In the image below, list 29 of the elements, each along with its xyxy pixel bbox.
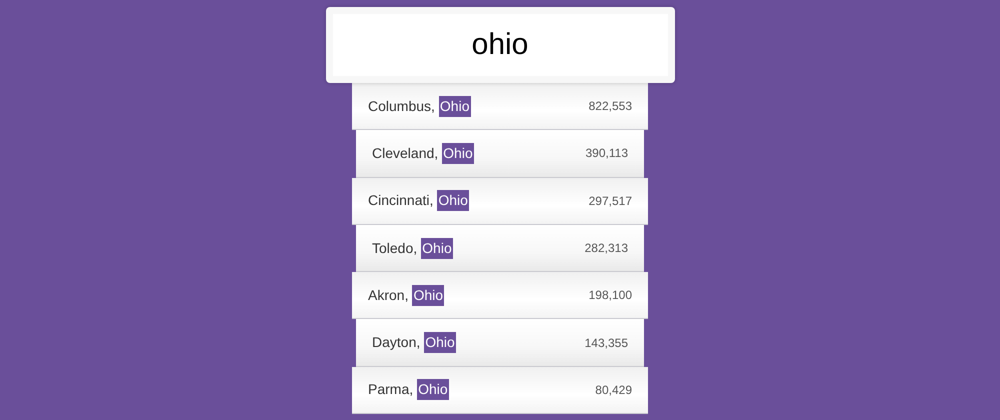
highlighted-match: Ohio — [417, 379, 449, 400]
population-count: 297,517 — [588, 192, 632, 210]
population-count: 198,100 — [588, 287, 632, 304]
city-name: Toledo, — [372, 238, 418, 258]
suggestion-row[interactable]: Toledo, Ohio 282,313 — [356, 224, 644, 272]
highlighted-match: Ohio — [424, 332, 456, 354]
suggestion-row[interactable]: Columbus, Ohio 822,553 — [352, 83, 648, 130]
population-count: 390,113 — [586, 145, 628, 162]
population-count: 822,553 — [588, 98, 632, 116]
city-name: Parma, — [368, 380, 414, 400]
population-count: 143,355 — [584, 334, 628, 352]
city-name: Akron, — [368, 286, 408, 305]
highlighted-match: Ohio — [421, 238, 453, 259]
population-count: 80,429 — [595, 382, 632, 399]
search-field[interactable]: ohio — [332, 14, 668, 76]
suggestion-row[interactable]: Parma, Ohio 80,429 — [352, 366, 648, 414]
highlighted-match: Ohio — [438, 96, 470, 117]
suggestion-row[interactable]: Akron, Ohio 198,100 — [352, 272, 648, 320]
highlighted-match: Ohio — [412, 284, 444, 306]
city-name: Columbus, — [368, 96, 435, 116]
city-name: Dayton, — [372, 333, 420, 352]
city-name: Cleveland, — [372, 144, 438, 163]
highlighted-match: Ohio — [437, 190, 469, 212]
population-count: 282,313 — [584, 240, 628, 258]
suggestion-row[interactable]: Cleveland, Ohio 390,113 — [356, 130, 644, 178]
suggestion-row[interactable]: Cincinnati, Ohio 297,517 — [352, 178, 648, 225]
city-name: Cincinnati, — [368, 191, 434, 210]
suggestion-row[interactable]: Dayton, Ohio 143,355 — [356, 319, 644, 367]
highlighted-match: Ohio — [442, 142, 474, 164]
